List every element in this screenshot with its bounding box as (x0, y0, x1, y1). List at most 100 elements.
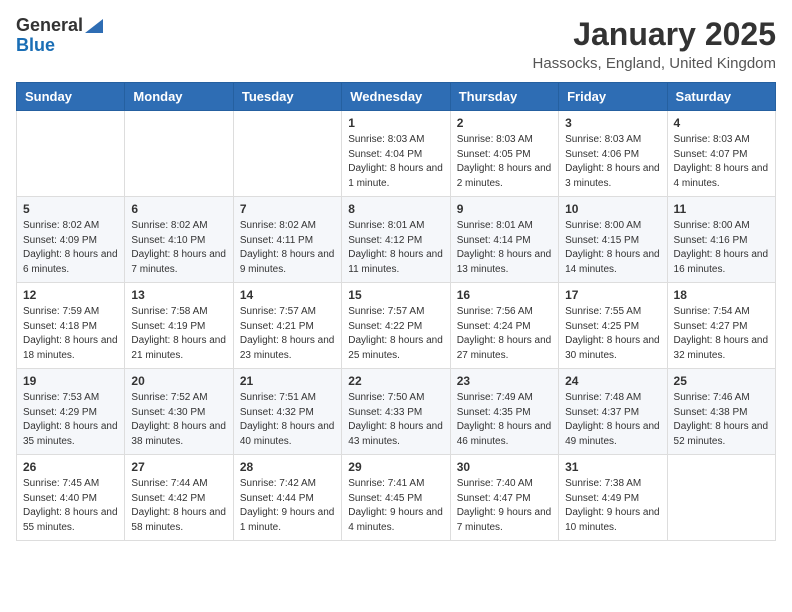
day-number: 1 (348, 116, 443, 130)
calendar-cell: 17Sunrise: 7:55 AM Sunset: 4:25 PM Dayli… (559, 283, 667, 369)
calendar-body: 1 Sunrise: 8:03 AM Sunset: 4:04 PM Daylig… (17, 111, 776, 541)
day-info: Sunrise: 7:38 AM Sunset: 4:49 PM Dayligh… (565, 477, 660, 535)
calendar-cell: 28 Sunrise: 7:42 AM Sunset: 4:44 PM Dayli… (233, 455, 341, 541)
day-number: 16 (457, 288, 552, 302)
calendar-cell: 23 Sunrise: 7:49 AM Sunset: 4:35 PM Dayli… (450, 369, 558, 455)
calendar-cell: 13 Sunrise: 7:58 AM Sunset: 4:19 PM Dayli… (125, 283, 233, 369)
day-info: Sunrise: 8:00 AM Sunset: 4:16 PM Dayligh… (674, 219, 769, 277)
day-number: 7 (240, 202, 335, 216)
day-number: 28 (240, 460, 335, 474)
calendar-cell: 26 Sunrise: 7:45 AM Sunset: 4:40 PM Dayli… (17, 455, 125, 541)
day-info: Sunrise: 8:00 AM Sunset: 4:15 PM Dayligh… (565, 219, 660, 277)
logo-blue: Blue (16, 35, 55, 55)
location-title: Hassocks, England, United Kingdom (533, 55, 776, 72)
calendar-cell: 20 Sunrise: 7:52 AM Sunset: 4:30 PM Dayli… (125, 369, 233, 455)
calendar-cell: 3 Sunrise: 8:03 AM Sunset: 4:06 PM Daylig… (559, 111, 667, 197)
day-info: Sunrise: 7:57 AM Sunset: 4:21 PM Dayligh… (240, 305, 335, 363)
day-number: 3 (565, 116, 660, 130)
day-number: 25 (674, 374, 769, 388)
calendar-week-4: 19 Sunrise: 7:53 AM Sunset: 4:29 PM Dayli… (17, 369, 776, 455)
day-info: Sunrise: 7:45 AM Sunset: 4:40 PM Dayligh… (23, 477, 118, 535)
day-number: 29 (348, 460, 443, 474)
day-number: 21 (240, 374, 335, 388)
weekday-header-monday: Monday (125, 83, 233, 111)
day-number: 5 (23, 202, 118, 216)
calendar-cell: 18Sunrise: 7:54 AM Sunset: 4:27 PM Dayli… (667, 283, 775, 369)
calendar-cell: 8 Sunrise: 8:01 AM Sunset: 4:12 PM Daylig… (342, 197, 450, 283)
calendar-cell: 11 Sunrise: 8:00 AM Sunset: 4:16 PM Dayli… (667, 197, 775, 283)
day-info: Sunrise: 7:40 AM Sunset: 4:47 PM Dayligh… (457, 477, 552, 535)
calendar-cell: 27 Sunrise: 7:44 AM Sunset: 4:42 PM Dayli… (125, 455, 233, 541)
calendar-cell: 1 Sunrise: 8:03 AM Sunset: 4:04 PM Daylig… (342, 111, 450, 197)
day-number: 22 (348, 374, 443, 388)
day-info: Sunrise: 7:49 AM Sunset: 4:35 PM Dayligh… (457, 391, 552, 449)
day-number: 31 (565, 460, 660, 474)
day-number: 26 (23, 460, 118, 474)
weekday-header-tuesday: Tuesday (233, 83, 341, 111)
day-info: Sunrise: 8:03 AM Sunset: 4:06 PM Dayligh… (565, 133, 660, 191)
day-number: 27 (131, 460, 226, 474)
calendar-cell: 30 Sunrise: 7:40 AM Sunset: 4:47 PM Dayli… (450, 455, 558, 541)
calendar-cell: 5 Sunrise: 8:02 AM Sunset: 4:09 PM Daylig… (17, 197, 125, 283)
calendar-header-row: SundayMondayTuesdayWednesdayThursdayFrid… (17, 83, 776, 111)
day-number: 19 (23, 374, 118, 388)
day-number: 13 (131, 288, 226, 302)
day-number: 24 (565, 374, 660, 388)
calendar-cell: 24Sunrise: 7:48 AM Sunset: 4:37 PM Dayli… (559, 369, 667, 455)
day-number: 11 (674, 202, 769, 216)
day-info: Sunrise: 7:55 AM Sunset: 4:25 PM Dayligh… (565, 305, 660, 363)
day-info: Sunrise: 7:53 AM Sunset: 4:29 PM Dayligh… (23, 391, 118, 449)
calendar-cell: 6 Sunrise: 8:02 AM Sunset: 4:10 PM Daylig… (125, 197, 233, 283)
day-info: Sunrise: 8:01 AM Sunset: 4:14 PM Dayligh… (457, 219, 552, 277)
day-number: 23 (457, 374, 552, 388)
day-number: 30 (457, 460, 552, 474)
page-header: General Blue January 2025 Hassocks, Engl… (16, 16, 776, 72)
calendar-cell: 31 Sunrise: 7:38 AM Sunset: 4:49 PM Dayli… (559, 455, 667, 541)
day-info: Sunrise: 7:51 AM Sunset: 4:32 PM Dayligh… (240, 391, 335, 449)
calendar-cell: 25 Sunrise: 7:46 AM Sunset: 4:38 PM Dayli… (667, 369, 775, 455)
day-number: 4 (674, 116, 769, 130)
day-info: Sunrise: 8:03 AM Sunset: 4:04 PM Dayligh… (348, 133, 443, 191)
day-info: Sunrise: 7:44 AM Sunset: 4:42 PM Dayligh… (131, 477, 226, 535)
day-info: Sunrise: 7:56 AM Sunset: 4:24 PM Dayligh… (457, 305, 552, 363)
day-info: Sunrise: 7:54 AM Sunset: 4:27 PM Dayligh… (674, 305, 769, 363)
weekday-header-sunday: Sunday (17, 83, 125, 111)
day-info: Sunrise: 7:42 AM Sunset: 4:44 PM Dayligh… (240, 477, 335, 535)
calendar-week-2: 5 Sunrise: 8:02 AM Sunset: 4:09 PM Daylig… (17, 197, 776, 283)
day-number: 15 (348, 288, 443, 302)
day-number: 8 (348, 202, 443, 216)
calendar-cell: 7 Sunrise: 8:02 AM Sunset: 4:11 PM Daylig… (233, 197, 341, 283)
calendar-cell: 29 Sunrise: 7:41 AM Sunset: 4:45 PM Dayli… (342, 455, 450, 541)
calendar-week-1: 1 Sunrise: 8:03 AM Sunset: 4:04 PM Daylig… (17, 111, 776, 197)
day-info: Sunrise: 7:46 AM Sunset: 4:38 PM Dayligh… (674, 391, 769, 449)
day-info: Sunrise: 7:57 AM Sunset: 4:22 PM Dayligh… (348, 305, 443, 363)
calendar-cell: 14Sunrise: 7:57 AM Sunset: 4:21 PM Dayli… (233, 283, 341, 369)
day-info: Sunrise: 7:59 AM Sunset: 4:18 PM Dayligh… (23, 305, 118, 363)
logo: General Blue (16, 16, 103, 56)
calendar-cell: 9Sunrise: 8:01 AM Sunset: 4:14 PM Daylig… (450, 197, 558, 283)
calendar-cell: 21 Sunrise: 7:51 AM Sunset: 4:32 PM Dayli… (233, 369, 341, 455)
weekday-header-wednesday: Wednesday (342, 83, 450, 111)
day-info: Sunrise: 8:03 AM Sunset: 4:05 PM Dayligh… (457, 133, 552, 191)
weekday-header-thursday: Thursday (450, 83, 558, 111)
day-info: Sunrise: 8:02 AM Sunset: 4:11 PM Dayligh… (240, 219, 335, 277)
day-info: Sunrise: 8:02 AM Sunset: 4:10 PM Dayligh… (131, 219, 226, 277)
day-number: 2 (457, 116, 552, 130)
title-block: January 2025 Hassocks, England, United K… (533, 16, 776, 72)
day-info: Sunrise: 7:52 AM Sunset: 4:30 PM Dayligh… (131, 391, 226, 449)
calendar-week-5: 26 Sunrise: 7:45 AM Sunset: 4:40 PM Dayli… (17, 455, 776, 541)
calendar-cell: 16 Sunrise: 7:56 AM Sunset: 4:24 PM Dayli… (450, 283, 558, 369)
calendar-cell: 12Sunrise: 7:59 AM Sunset: 4:18 PM Dayli… (17, 283, 125, 369)
day-info: Sunrise: 7:58 AM Sunset: 4:19 PM Dayligh… (131, 305, 226, 363)
day-number: 6 (131, 202, 226, 216)
logo-icon (85, 19, 103, 33)
day-info: Sunrise: 8:02 AM Sunset: 4:09 PM Dayligh… (23, 219, 118, 277)
calendar-cell: 2 Sunrise: 8:03 AM Sunset: 4:05 PM Daylig… (450, 111, 558, 197)
day-info: Sunrise: 7:41 AM Sunset: 4:45 PM Dayligh… (348, 477, 443, 535)
weekday-header-saturday: Saturday (667, 83, 775, 111)
calendar-week-3: 12Sunrise: 7:59 AM Sunset: 4:18 PM Dayli… (17, 283, 776, 369)
calendar-table: SundayMondayTuesdayWednesdayThursdayFrid… (16, 82, 776, 541)
day-info: Sunrise: 8:01 AM Sunset: 4:12 PM Dayligh… (348, 219, 443, 277)
day-number: 20 (131, 374, 226, 388)
calendar-cell (667, 455, 775, 541)
